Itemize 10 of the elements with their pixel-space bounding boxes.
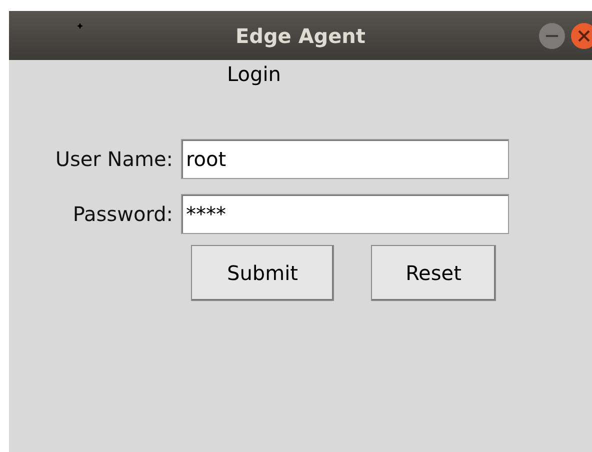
close-button[interactable] bbox=[570, 22, 592, 50]
reset-button[interactable]: Reset bbox=[371, 245, 496, 301]
submit-button[interactable]: Submit bbox=[191, 245, 334, 301]
window-title: Edge Agent bbox=[236, 22, 366, 50]
input-field[interactable]: **** bbox=[181, 194, 509, 234]
field-label: User Name: bbox=[54, 146, 174, 173]
minimize-button[interactable] bbox=[538, 22, 566, 50]
login-heading: Login bbox=[227, 61, 281, 88]
input-field[interactable]: root bbox=[181, 139, 509, 179]
field-label: Password: bbox=[72, 201, 174, 228]
